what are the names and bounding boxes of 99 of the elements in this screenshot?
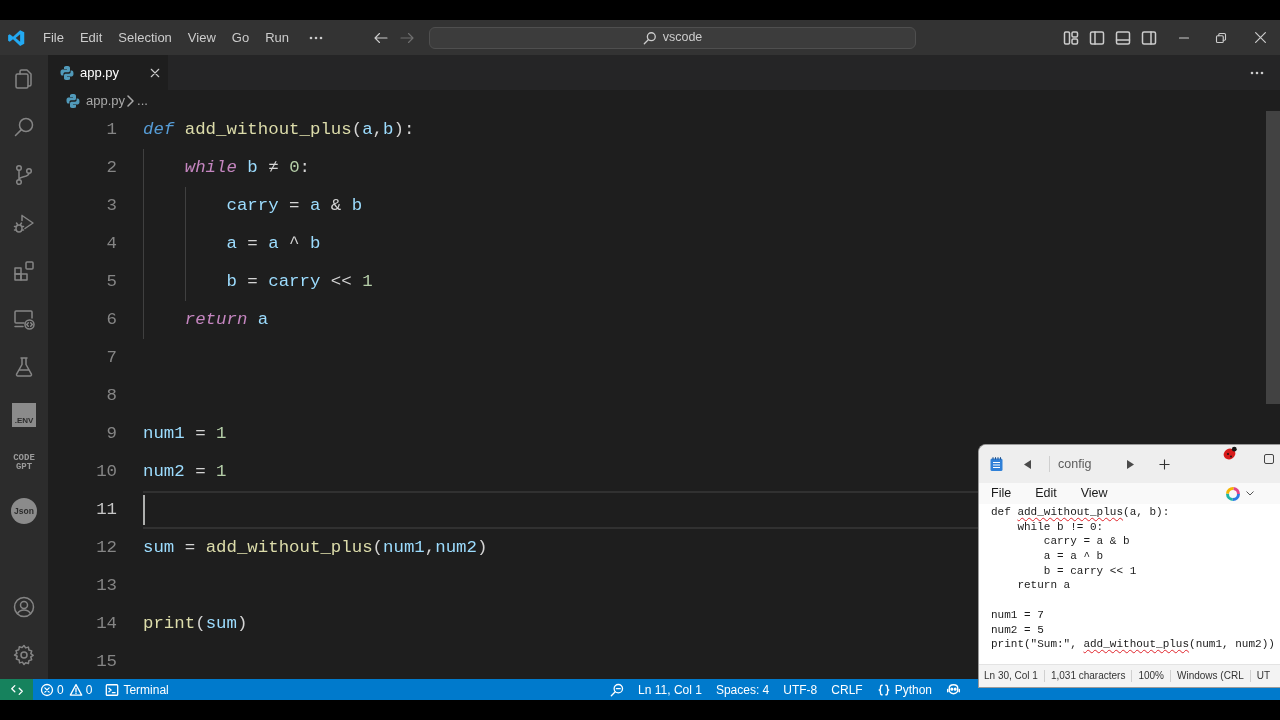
settings-icon[interactable] xyxy=(12,643,36,667)
status-item: Ln 30, Col 1 xyxy=(983,670,1039,682)
text-cursor xyxy=(143,495,145,525)
line-number: 9 xyxy=(106,423,117,445)
menu-item[interactable]: Run xyxy=(257,26,297,49)
status-item[interactable]: Python xyxy=(869,679,939,700)
remote-icon xyxy=(9,682,24,697)
status-item[interactable]: CRLF xyxy=(824,679,870,700)
caret-right-icon[interactable] xyxy=(1127,459,1135,469)
menu-item[interactable]: View xyxy=(1068,483,1120,504)
status-item[interactable]: Ln 11, Col 1 xyxy=(631,679,709,700)
status-item: 1,031 characters xyxy=(1043,670,1132,682)
code-line: carry = a & b xyxy=(226,195,363,217)
warning-icon xyxy=(68,682,83,697)
editor-tab[interactable]: app.py xyxy=(48,55,168,90)
code-line: print(sum) xyxy=(143,613,248,635)
blocks-icon[interactable] xyxy=(12,259,36,283)
search-icon xyxy=(642,30,657,45)
code-line: return a xyxy=(184,309,269,331)
ladybug-icon xyxy=(1223,446,1238,460)
line-number: 8 xyxy=(106,385,117,407)
status-item[interactable]: UTF-8 xyxy=(776,679,825,700)
line-number: 13 xyxy=(96,575,117,597)
code-line: num2 = 1 xyxy=(143,461,227,483)
app-logo-icon xyxy=(7,28,25,47)
line-number: 4 xyxy=(106,233,117,255)
code-line: def add_without_plus(a,b): xyxy=(143,119,415,141)
text-line: return a xyxy=(1017,579,1071,592)
restore-icon[interactable] xyxy=(1215,31,1227,44)
menu-item[interactable]: Go xyxy=(223,26,258,49)
plus-icon[interactable] xyxy=(1159,458,1171,470)
terminal-icon xyxy=(105,682,120,697)
text-line: num2 = 5 xyxy=(991,623,1044,636)
code-gpt-logo[interactable]: CODE GPT xyxy=(13,454,35,472)
line-number: 11 xyxy=(96,499,117,521)
command-center-search[interactable]: vscode xyxy=(429,26,916,49)
text-line: def add_without_plus(a, b): xyxy=(991,506,1170,518)
status-item: UT xyxy=(1249,670,1277,682)
line-number: 1 xyxy=(106,119,117,141)
scrollbar-thumb[interactable] xyxy=(1266,111,1280,404)
breadcrumb-item[interactable]: ... xyxy=(137,90,148,111)
status-item: 100% xyxy=(1131,670,1170,682)
layout-icon[interactable] xyxy=(1063,29,1079,46)
search-icon[interactable] xyxy=(12,115,36,139)
line-number: 14 xyxy=(96,613,117,635)
notepad-tab[interactable]: config xyxy=(1050,454,1100,474)
line-number: 10 xyxy=(96,461,117,483)
monitor-icon[interactable] xyxy=(12,307,36,331)
line-number: 6 xyxy=(106,309,117,331)
python-icon xyxy=(60,65,74,80)
json-badge[interactable]: Json xyxy=(11,498,37,524)
menu-item[interactable]: Selection xyxy=(110,26,180,49)
close-icon[interactable] xyxy=(149,66,161,79)
menu-item[interactable]: File xyxy=(35,26,72,49)
error-icon xyxy=(40,682,54,697)
account-icon[interactable] xyxy=(12,595,36,619)
sidebar-right-icon[interactable] xyxy=(1141,29,1157,46)
line-number: 7 xyxy=(106,347,117,369)
problems-button[interactable]: 0 0 xyxy=(36,679,97,700)
notepad-icon[interactable] xyxy=(990,457,1003,471)
line-number: 15 xyxy=(96,651,117,673)
menu-item[interactable]: Edit xyxy=(1023,483,1069,504)
code-line: num1 = 1 xyxy=(143,423,227,445)
menu-item[interactable]: View xyxy=(179,26,224,49)
menu-item[interactable]: File xyxy=(979,483,1024,504)
caret-left-icon[interactable] xyxy=(1024,459,1031,469)
text-line: num1 = 7 xyxy=(991,608,1044,621)
status-item: Windows (CRL xyxy=(1170,670,1250,682)
text-line: print("Sum:", add_without_plus(num1, num2)) xyxy=(991,638,1275,651)
text-line: while b != 0: xyxy=(1017,520,1104,533)
breadcrumb-item[interactable]: app.py xyxy=(86,90,126,111)
ring-logo-icon[interactable] xyxy=(1226,486,1240,501)
text-line: carry = a & b xyxy=(1043,535,1130,548)
zoom-out-icon[interactable] xyxy=(610,682,625,697)
terminal-button[interactable]: Terminal xyxy=(101,679,173,700)
code-line: b = carry << 1 xyxy=(226,271,373,293)
code-line: while b ≠ 0: xyxy=(184,157,310,179)
python-icon xyxy=(66,93,80,108)
chevron-right-icon xyxy=(126,94,135,107)
maximize-icon[interactable] xyxy=(1264,454,1274,464)
remote-button[interactable] xyxy=(0,679,33,700)
line-number: 2 xyxy=(106,157,117,179)
braces-icon xyxy=(876,682,891,697)
line-number: 12 xyxy=(96,537,117,559)
panel-icon[interactable] xyxy=(1115,29,1131,46)
sidebar-left-icon[interactable] xyxy=(1089,29,1105,46)
robot-face-icon[interactable] xyxy=(946,682,961,697)
code-line: a = a ^ b xyxy=(226,233,321,255)
close-icon[interactable] xyxy=(1254,31,1267,44)
line-number: 5 xyxy=(106,271,117,293)
code-line: sum = add_without_plus(num1,num2) xyxy=(143,537,488,559)
env-tile[interactable]: .ENV xyxy=(12,403,36,427)
minimize-icon[interactable] xyxy=(1178,36,1190,39)
text-line: a = a ^ b xyxy=(1043,550,1104,563)
text-line: b = carry << 1 xyxy=(1043,564,1137,577)
status-item[interactable]: Spaces: 4 xyxy=(708,679,777,700)
menu-item[interactable]: Edit xyxy=(71,26,111,49)
chevron-down-icon[interactable] xyxy=(1246,491,1254,496)
line-number: 3 xyxy=(106,195,117,217)
